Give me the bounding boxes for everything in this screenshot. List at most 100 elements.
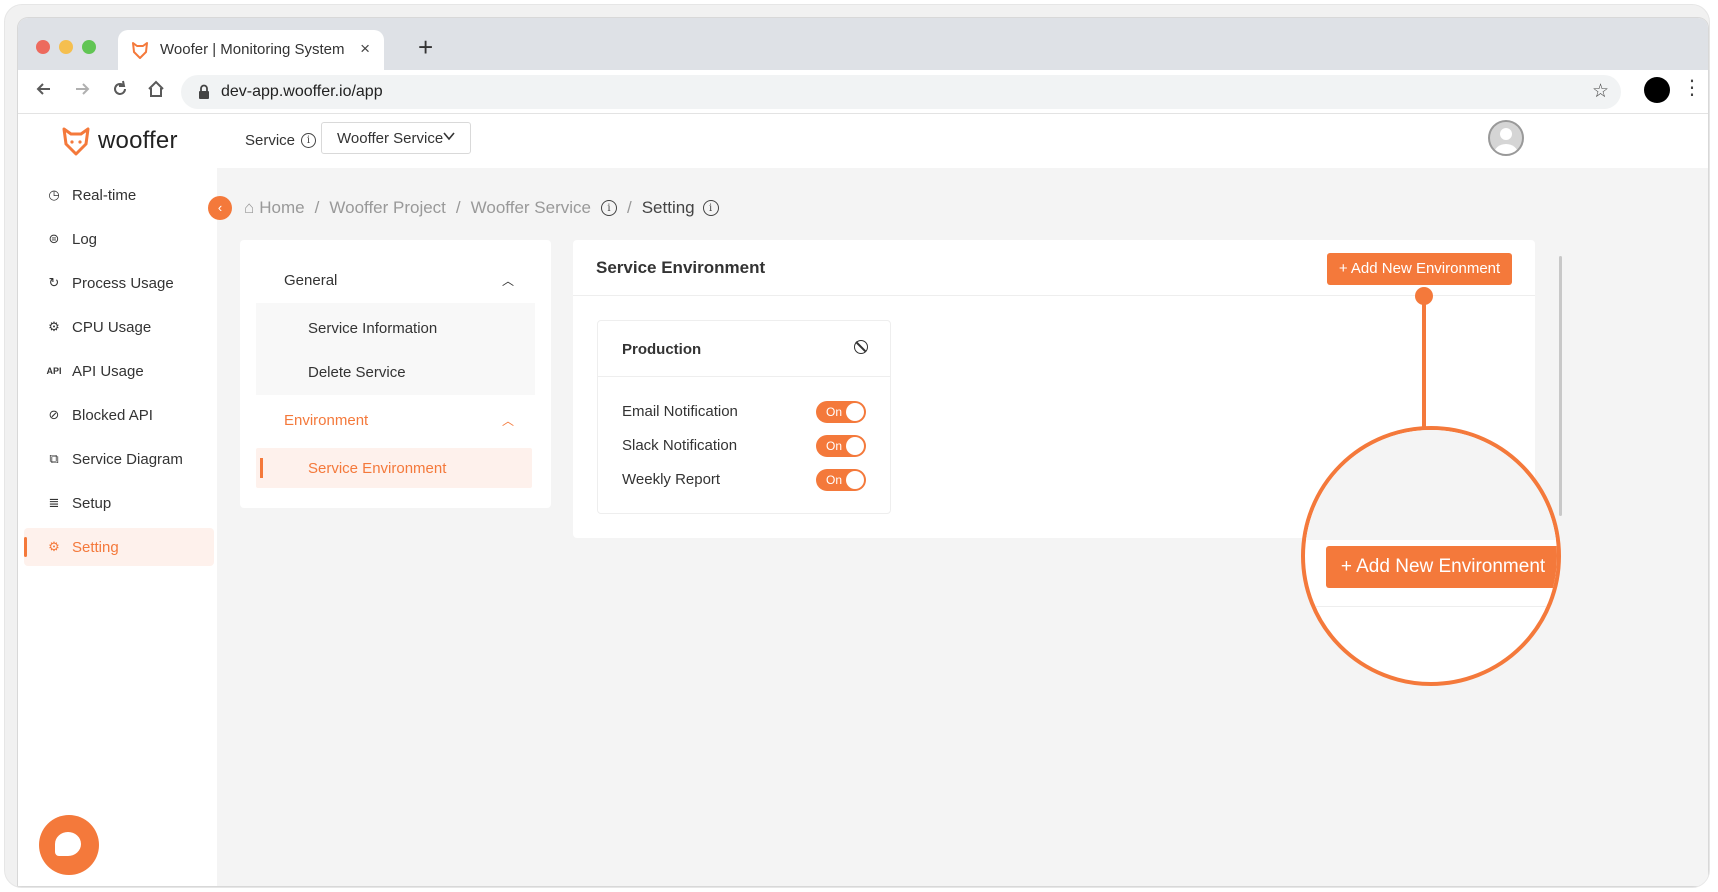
- breadcrumb-service[interactable]: Wooffer Service: [471, 198, 591, 218]
- collapse-sidebar-button[interactable]: ‹: [208, 196, 232, 220]
- environment-card: Production Email Notification On Slack N…: [597, 320, 891, 514]
- panel-title: Service Environment: [596, 258, 766, 277]
- back-icon[interactable]: [34, 79, 54, 99]
- window-maximize-button[interactable]: [82, 40, 96, 54]
- email-notification-toggle[interactable]: On: [816, 401, 866, 423]
- browser-tab-title: Woofer | Monitoring System: [160, 41, 345, 58]
- breadcrumb-separator: /: [314, 198, 320, 217]
- process-icon: ↻: [48, 275, 60, 290]
- sidebar-item-cpu-usage[interactable]: ⚙ CPU Usage: [24, 308, 214, 346]
- menu-group-general[interactable]: General ︿: [284, 272, 514, 289]
- home-icon[interactable]: [146, 79, 166, 99]
- gear-icon: ⚙: [48, 539, 60, 554]
- menu-item-service-environment[interactable]: Service Environment: [256, 448, 532, 488]
- menu-group-label: General: [284, 272, 338, 289]
- toggle-knob: [846, 437, 864, 455]
- logo-text: wooffer: [98, 127, 178, 154]
- info-icon[interactable]: i: [702, 200, 719, 216]
- reload-icon[interactable]: [110, 79, 130, 99]
- menu-item-delete-service[interactable]: Delete Service: [308, 364, 406, 381]
- environment-card-header: Production: [598, 321, 890, 377]
- sidebar-item-label: Setting: [72, 538, 119, 556]
- menu-item-service-information[interactable]: Service Information: [308, 320, 437, 337]
- wooffer-logo-icon: [62, 127, 90, 156]
- chat-widget-button[interactable]: [39, 815, 99, 875]
- gauge-icon: ◷: [48, 187, 60, 202]
- zoom-callout-background: [1305, 430, 1557, 540]
- block-icon: ⊘: [48, 407, 60, 422]
- zoomed-add-new-environment-button[interactable]: + Add New Environment: [1326, 546, 1557, 588]
- chevron-up-icon: ︿: [502, 274, 515, 288]
- sidebar-item-blocked-api[interactable]: ⊘ Blocked API: [24, 396, 214, 434]
- sidebar-item-label: CPU Usage: [72, 318, 152, 336]
- weekly-report-toggle[interactable]: On: [816, 469, 866, 491]
- sidebar-item-process-usage[interactable]: ↻ Process Usage: [24, 264, 214, 302]
- setting-row-slack-notification: Slack Notification On: [622, 435, 872, 457]
- sidebar-item-setting[interactable]: ⚙ Setting: [24, 528, 214, 566]
- browser-profile-icon[interactable]: [1644, 77, 1670, 103]
- forward-icon[interactable]: [72, 79, 92, 99]
- bookmark-star-icon[interactable]: ☆: [1592, 80, 1609, 103]
- browser-toolbar: dev-app.wooffer.io/app ☆ ⋮: [18, 70, 1708, 114]
- browser-tab[interactable]: Woofer | Monitoring System ×: [118, 30, 384, 70]
- tab-close-icon[interactable]: ×: [360, 39, 370, 59]
- panel-header: Service Environment + Add New Environmen…: [573, 240, 1535, 296]
- toggle-state: On: [826, 473, 843, 487]
- disable-environment-icon[interactable]: [854, 340, 868, 354]
- info-icon[interactable]: i: [600, 200, 617, 216]
- setting-row-weekly-report: Weekly Report On: [622, 469, 872, 491]
- toggle-knob: [846, 471, 864, 489]
- sidebar-item-label: Real-time: [72, 186, 137, 204]
- sidebar-item-service-diagram[interactable]: ⧉ Service Diagram: [24, 440, 214, 478]
- setting-label: Email Notification: [622, 403, 738, 420]
- sidebar-item-label: Process Usage: [72, 274, 174, 292]
- slack-notification-toggle[interactable]: On: [816, 435, 866, 457]
- sidebar-item-real-time[interactable]: ◷ Real-time: [24, 176, 214, 214]
- service-label: Service i: [245, 132, 317, 149]
- zoom-callout-divider: [1305, 606, 1557, 607]
- setting-label: Slack Notification: [622, 437, 738, 454]
- chevron-down-icon: [443, 132, 455, 141]
- breadcrumb: ⌂ Home / Wooffer Project / Wooffer Servi…: [244, 198, 719, 218]
- cpu-icon: ⚙: [48, 319, 60, 334]
- breadcrumb-project[interactable]: Wooffer Project: [329, 198, 446, 218]
- environment-name: Production: [622, 341, 702, 358]
- service-select-value: Wooffer Service: [337, 130, 444, 147]
- breadcrumb-separator: /: [626, 198, 632, 217]
- user-avatar[interactable]: [1488, 120, 1524, 156]
- scrollbar[interactable]: [1559, 256, 1562, 516]
- toggle-state: On: [826, 439, 843, 453]
- sidebar: ◷ Real-time ⊜ Log ↻ Process Usage ⚙ CPU …: [18, 168, 217, 886]
- diagram-icon: ⧉: [49, 451, 59, 466]
- callout-pointer-line: [1422, 303, 1426, 429]
- address-bar[interactable]: dev-app.wooffer.io/app ☆: [181, 75, 1621, 109]
- home-icon: ⌂: [244, 198, 255, 217]
- url-text: dev-app.wooffer.io/app: [221, 83, 383, 100]
- breadcrumb-home[interactable]: Home: [259, 198, 304, 218]
- info-icon[interactable]: i: [301, 133, 317, 148]
- user-avatar-icon: [1494, 128, 1518, 154]
- lock-icon: [199, 84, 209, 99]
- database-icon: ≣: [48, 495, 60, 510]
- setting-label: Weekly Report: [622, 471, 721, 488]
- browser-menu-icon[interactable]: ⋮: [1682, 78, 1702, 98]
- app-header: wooffer Service i Wooffer Service: [18, 114, 1708, 168]
- sidebar-item-log[interactable]: ⊜ Log: [24, 220, 214, 258]
- window-close-button[interactable]: [36, 40, 50, 54]
- window-minimize-button[interactable]: [59, 40, 73, 54]
- new-tab-button[interactable]: +: [418, 32, 433, 63]
- browser-window: Woofer | Monitoring System × + dev-app.w…: [18, 18, 1708, 886]
- log-icon: ⊜: [48, 231, 60, 246]
- screenshot-frame: Woofer | Monitoring System × + dev-app.w…: [4, 4, 1710, 888]
- add-new-environment-button[interactable]: + Add New Environment: [1327, 253, 1512, 285]
- menu-group-environment[interactable]: Environment ︿: [284, 412, 514, 429]
- chevron-up-icon: ︿: [502, 414, 515, 428]
- sidebar-item-setup[interactable]: ≣ Setup: [24, 484, 214, 522]
- toggle-state: On: [826, 405, 843, 419]
- sidebar-item-label: Service Diagram: [72, 450, 183, 468]
- sidebar-item-api-usage[interactable]: API API Usage: [24, 352, 214, 390]
- wooffer-logo[interactable]: wooffer: [60, 124, 178, 158]
- toggle-knob: [846, 403, 864, 421]
- general-submenu: [256, 303, 535, 395]
- service-select[interactable]: Wooffer Service: [321, 122, 471, 154]
